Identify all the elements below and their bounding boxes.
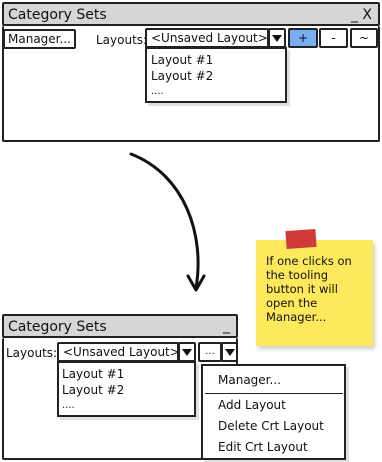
- bottom-layout-combo[interactable]: <Unsaved Layout>: [57, 342, 180, 362]
- list-item[interactable]: ....: [62, 399, 75, 413]
- chevron-down-icon: [224, 348, 235, 356]
- bottom-layouts-label: Layouts:: [6, 346, 58, 360]
- menu-item-manager[interactable]: Manager...: [218, 373, 281, 387]
- bottom-title-bar: Category Sets _: [2, 314, 238, 338]
- bottom-combo-arrow[interactable]: [178, 342, 196, 362]
- sticky-note-text: If one clicks on the tooling button it w…: [266, 254, 352, 324]
- menu-item-delete-layout[interactable]: Delete Crt Layout: [218, 419, 324, 433]
- bottom-window-minimize[interactable]: _: [223, 317, 230, 335]
- menu-separator: [205, 393, 343, 394]
- menu-item-add-layout[interactable]: Add Layout: [218, 398, 286, 412]
- bottom-window-title: Category Sets: [8, 319, 107, 335]
- arrow-curve: [129, 152, 200, 290]
- list-item[interactable]: Layout #2: [62, 383, 124, 397]
- tooling-button-arrow[interactable]: [221, 342, 238, 362]
- sticky-note: If one clicks on the tooling button it w…: [256, 240, 373, 346]
- tooling-menu: Manager... Add Layout Delete Crt Layout …: [201, 364, 346, 460]
- tape-icon: [285, 228, 317, 250]
- list-item[interactable]: Layout #1: [62, 367, 124, 381]
- tooling-button[interactable]: ...: [198, 342, 222, 362]
- bottom-layout-dropdown: Layout #1 Layout #2 ....: [57, 361, 196, 417]
- chevron-down-icon: [182, 348, 192, 356]
- menu-item-edit-layout[interactable]: Edit Crt Layout: [218, 440, 308, 454]
